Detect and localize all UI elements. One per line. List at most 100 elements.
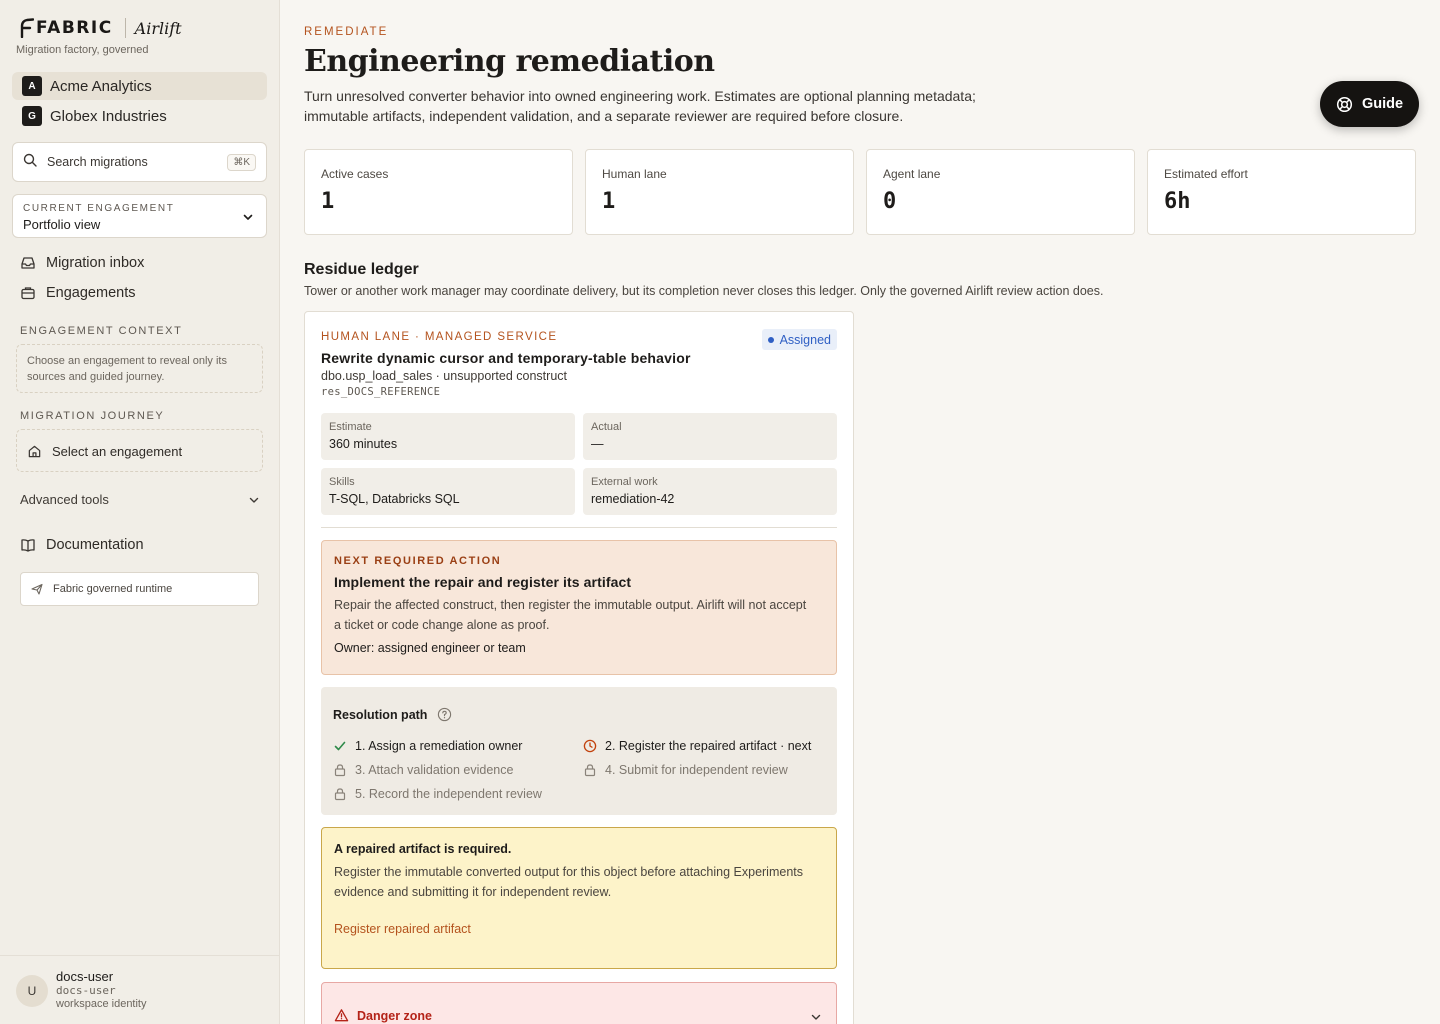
stat-agent-lane: Agent lane 0: [866, 149, 1135, 235]
next-action-label: NEXT REQUIRED ACTION: [334, 555, 502, 567]
register-artifact-link[interactable]: Register repaired artifact: [334, 922, 824, 936]
nav-documentation[interactable]: Documentation: [20, 537, 144, 553]
engagement-label: CURRENT ENGAGEMENT: [23, 203, 175, 214]
stat-label: Estimated effort: [1164, 167, 1248, 181]
resolution-path-title: Resolution path: [333, 707, 452, 722]
help-icon[interactable]: [437, 707, 452, 722]
lock-icon: [334, 788, 346, 801]
avatar: U: [16, 975, 48, 1007]
status-dot-icon: [767, 336, 774, 343]
step-label: 5. Record the independent review: [355, 787, 542, 801]
case-lane: HUMAN LANE · MANAGED SERVICE: [321, 331, 558, 343]
case-meta: dbo.usp_load_sales · unsupported constru…: [321, 369, 567, 383]
stat-active-cases: Active cases 1: [304, 149, 573, 235]
artifact-required-notice: A repaired artifact is required. Registe…: [321, 827, 837, 969]
stat-value: 1: [602, 189, 616, 214]
resolution-step-3: 3. Attach validation evidence: [333, 763, 513, 777]
lifebuoy-icon: [1336, 96, 1353, 112]
search-input[interactable]: Search migrations ⌘K: [12, 142, 267, 182]
stat-label: Active cases: [321, 167, 389, 181]
guide-label: Guide: [1361, 96, 1404, 112]
nav-label: Migration inbox: [46, 255, 145, 271]
field-estimate: Estimate 360 minutes: [321, 413, 575, 460]
nav-label: Documentation: [46, 537, 144, 553]
field-value: T-SQL, Databricks SQL: [329, 492, 460, 506]
page-description: Turn unresolved converter behavior into …: [304, 88, 976, 124]
field-external-work: External work remediation-42: [583, 468, 837, 515]
stat-label: Human lane: [602, 167, 667, 181]
status-badge: Assigned: [761, 329, 837, 350]
lock-icon: [584, 764, 596, 777]
next-action-owner: Owner: assigned engineer or team: [334, 641, 526, 655]
stat-value: 6h: [1164, 189, 1191, 214]
home-icon: [28, 445, 41, 457]
workspace-name: Acme Analytics: [50, 77, 152, 95]
search-placeholder: Search migrations: [47, 155, 148, 169]
briefcase-icon: [21, 287, 35, 300]
notice-description: Register the immutable converted output …: [334, 865, 804, 899]
workspace-name: Globex Industries: [50, 107, 167, 125]
ledger-title: Residue ledger: [304, 261, 419, 278]
journey-select-engagement[interactable]: Select an engagement: [17, 430, 262, 472]
engagement-context-label: ENGAGEMENT CONTEXT: [20, 325, 183, 337]
chevron-down-icon: [810, 1010, 822, 1024]
engagement-select[interactable]: CURRENT ENGAGEMENT Portfolio view: [12, 194, 267, 238]
step-label: 4. Submit for independent review: [605, 763, 788, 777]
status-label: Assigned: [779, 332, 831, 347]
resolution-step-4: 4. Submit for independent review: [583, 763, 788, 777]
advanced-tools-label: Advanced tools: [20, 492, 109, 507]
migration-journey-box: Select an engagement: [16, 429, 263, 472]
guide-button[interactable]: Guide: [1320, 81, 1419, 127]
user-profile[interactable]: U docs-user docs-user workspace identity: [0, 955, 279, 1024]
engagement-context-box: Choose an engagement to reveal only its …: [16, 344, 263, 393]
danger-zone-title: Danger zone: [334, 1008, 432, 1023]
user-id: docs-user: [56, 984, 116, 997]
engagement-context-text: Choose an engagement to reveal only its …: [27, 355, 227, 383]
user-role: workspace identity: [56, 998, 147, 1010]
field-label: Actual: [591, 421, 622, 433]
product-name: Airlift: [134, 18, 182, 38]
residue-case-card: HUMAN LANE · MANAGED SERVICE Assigned Re…: [304, 311, 854, 1024]
advanced-tools-toggle[interactable]: Advanced tools: [20, 492, 260, 507]
nav-label: Engagements: [46, 285, 136, 301]
brand[interactable]: FABRIC Airlift: [18, 18, 182, 39]
field-value: 360 minutes: [329, 437, 398, 451]
warning-triangle-icon: [334, 1009, 349, 1022]
resolution-step-5: 5. Record the independent review: [333, 787, 542, 801]
page-title: Engineering remediation: [304, 44, 715, 79]
page-eyebrow: REMEDIATE: [304, 26, 389, 38]
resolution-step-2: 2. Register the repaired artifact · next: [583, 739, 811, 753]
step-label: 1. Assign a remediation owner: [355, 739, 523, 753]
workspace-badge: G: [22, 106, 42, 126]
stat-value: 0: [883, 189, 897, 214]
migration-journey-label: MIGRATION JOURNEY: [20, 410, 165, 422]
chevron-down-icon: [249, 497, 259, 503]
plane-icon: [31, 583, 43, 595]
danger-zone-toggle[interactable]: Danger zone: [321, 982, 837, 1024]
step-label: 2. Register the repaired artifact · next: [605, 739, 812, 753]
lock-icon: [334, 764, 346, 777]
nav-migration-inbox[interactable]: Migration inbox: [20, 255, 144, 271]
field-label: Estimate: [329, 421, 372, 433]
resolution-path-label: Resolution path: [333, 707, 428, 722]
notice-title: A repaired artifact is required.: [334, 842, 512, 856]
fabric-logo-icon: [18, 18, 35, 39]
user-name: docs-user: [56, 969, 114, 984]
stat-value: 1: [321, 189, 335, 214]
next-action-description: Repair the affected construct, then regi…: [334, 598, 807, 632]
workspace-item-acme[interactable]: A Acme Analytics: [12, 72, 267, 100]
case-title: Rewrite dynamic cursor and temporary-tab…: [321, 350, 691, 366]
workspace-badge: A: [22, 76, 42, 96]
check-icon: [334, 741, 346, 751]
field-label: External work: [591, 476, 658, 488]
ledger-description: Tower or another work manager may coordi…: [304, 284, 1104, 298]
resolution-path: Resolution path 1. Assign a remediation …: [321, 687, 837, 815]
step-label: 3. Attach validation evidence: [355, 763, 514, 777]
workspace-item-globex[interactable]: G Globex Industries: [12, 102, 267, 130]
clock-icon: [583, 739, 597, 753]
stat-human-lane: Human lane 1: [585, 149, 854, 235]
stat-label: Agent lane: [883, 167, 941, 181]
resolution-step-1: 1. Assign a remediation owner: [333, 739, 522, 753]
field-value: —: [591, 437, 604, 451]
nav-engagements[interactable]: Engagements: [20, 285, 135, 301]
